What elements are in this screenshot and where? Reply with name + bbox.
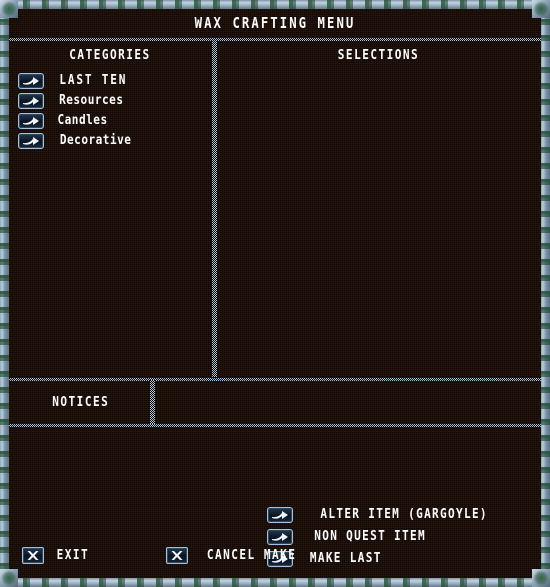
divider-notices-tab	[150, 380, 155, 425]
divider-columns	[212, 41, 217, 377]
close-x-icon	[22, 547, 44, 564]
cancel-make-button[interactable]: CANCEL MAKE	[165, 546, 306, 564]
close-x-icon	[165, 547, 188, 564]
frame-edge-right	[541, 0, 550, 587]
selections-column-header: SELECTIONS	[337, 47, 420, 64]
menu-screen: WAX CRAFTING MENU CATEGORIES SELECTIONS …	[9, 9, 541, 578]
alter-item-button[interactable]: ALTER ITEM (GARGOYLE)	[267, 504, 527, 526]
non-quest-item-label: NON QUEST ITEM	[314, 528, 426, 545]
arrow-right-icon	[267, 507, 293, 523]
exit-label: EXIT	[56, 546, 90, 563]
list-item[interactable]: Decorative	[9, 131, 211, 151]
arrow-right-icon	[18, 133, 44, 149]
arrow-right-icon	[267, 529, 293, 545]
list-item-label: LAST TEN	[59, 72, 128, 89]
tab-notices-label: NOTICES	[52, 393, 109, 410]
list-item[interactable]: LAST TEN	[9, 71, 211, 91]
selections-list[interactable]	[225, 69, 541, 374]
arrow-right-icon	[18, 93, 44, 109]
cancel-make-label: CANCEL MAKE	[206, 546, 297, 563]
tab-notices[interactable]: NOTICES	[9, 381, 152, 424]
frame-edge-left	[0, 0, 9, 587]
non-quest-item-button[interactable]: NON QUEST ITEM	[267, 526, 527, 548]
categories-list: LAST TEN Resources Candles Decorative	[9, 69, 211, 376]
frame-edge-bottom	[0, 578, 550, 587]
exit-button[interactable]: EXIT	[22, 547, 93, 564]
wax-crafting-window: WAX CRAFTING MENU CATEGORIES SELECTIONS …	[0, 0, 550, 587]
tab-strip-empty	[157, 381, 541, 424]
page-title: WAX CRAFTING MENU	[194, 13, 356, 32]
list-item-label: Decorative	[59, 132, 132, 149]
list-item[interactable]: Resources	[9, 91, 211, 111]
bottom-action-bar: EXIT CANCEL MAKE	[9, 547, 541, 564]
notices-message	[57, 427, 493, 443]
frame-edge-top	[0, 0, 550, 9]
list-item-label: Resources	[59, 92, 124, 109]
arrow-right-icon	[18, 113, 44, 129]
alter-item-label: ALTER ITEM (GARGOYLE)	[320, 506, 488, 523]
title-bar: WAX CRAFTING MENU	[9, 9, 541, 37]
categories-column-header: CATEGORIES	[69, 47, 151, 64]
list-item-label: Candles	[57, 112, 108, 129]
divider-under-title	[9, 38, 541, 41]
list-item[interactable]: Candles	[9, 111, 211, 131]
arrow-right-icon	[18, 73, 44, 89]
